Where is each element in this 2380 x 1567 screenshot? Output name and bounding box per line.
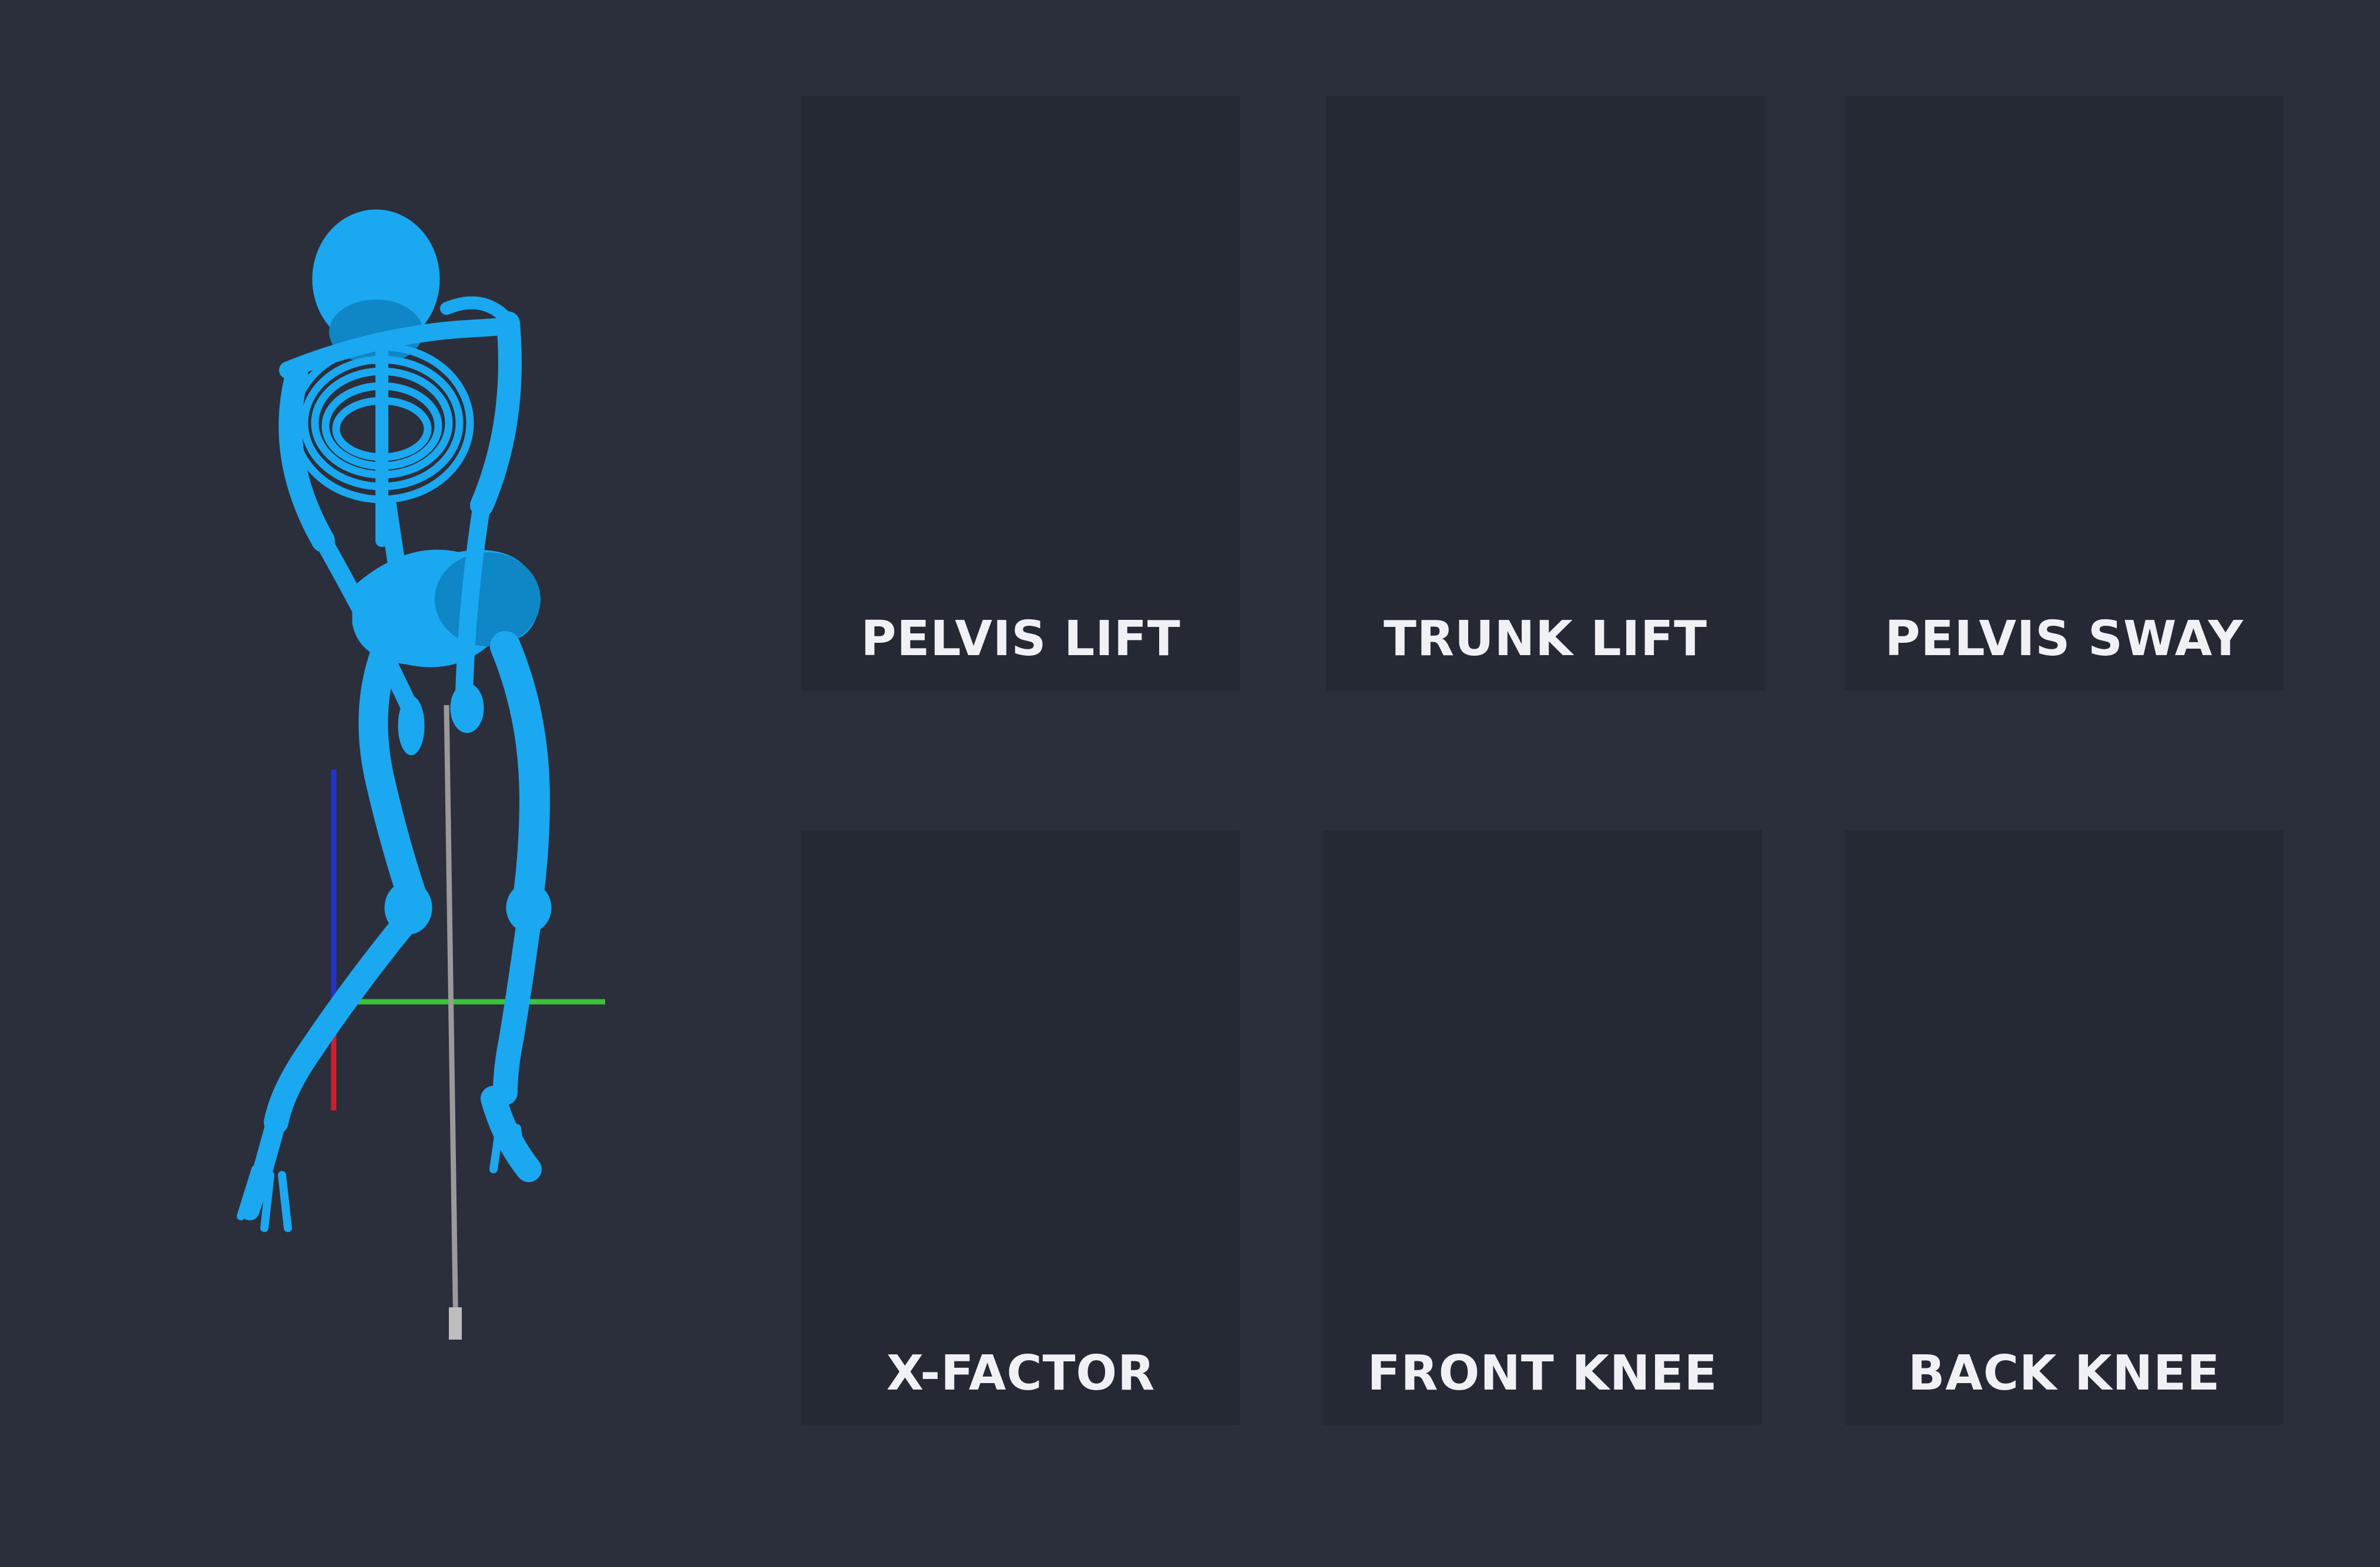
metric-tile-back-knee[interactable]: BACK KNEE — [1845, 830, 2284, 1425]
metric-label: BACK KNEE — [1908, 1345, 2221, 1401]
3d-skeleton-viewport[interactable] — [129, 176, 658, 1381]
metric-tile-x-factor[interactable]: X-FACTOR — [801, 830, 1240, 1425]
metric-tile-pelvis-sway[interactable]: PELVIS SWAY — [1845, 96, 2284, 690]
golf-club — [444, 704, 459, 1337]
metric-label: TRUNK LIFT — [1383, 611, 1708, 667]
golf-swing-analysis-screen: PELVIS LIFT TRUNK LIFT PELVIS SWAY X-FAC… — [0, 0, 2380, 1567]
xyz-axes-icon — [331, 770, 605, 1110]
metric-tile-pelvis-lift[interactable]: PELVIS LIFT — [801, 96, 1240, 690]
metric-tile-front-knee[interactable]: FRONT KNEE — [1323, 830, 1762, 1425]
skeleton-model — [237, 209, 605, 1340]
metric-label: X-FACTOR — [886, 1345, 1156, 1401]
metric-label: FRONT KNEE — [1367, 1345, 1718, 1401]
metric-label: PELVIS SWAY — [1885, 611, 2244, 667]
metric-label: PELVIS LIFT — [861, 611, 1181, 667]
metric-tile-trunk-lift[interactable]: TRUNK LIFT — [1326, 96, 1765, 690]
